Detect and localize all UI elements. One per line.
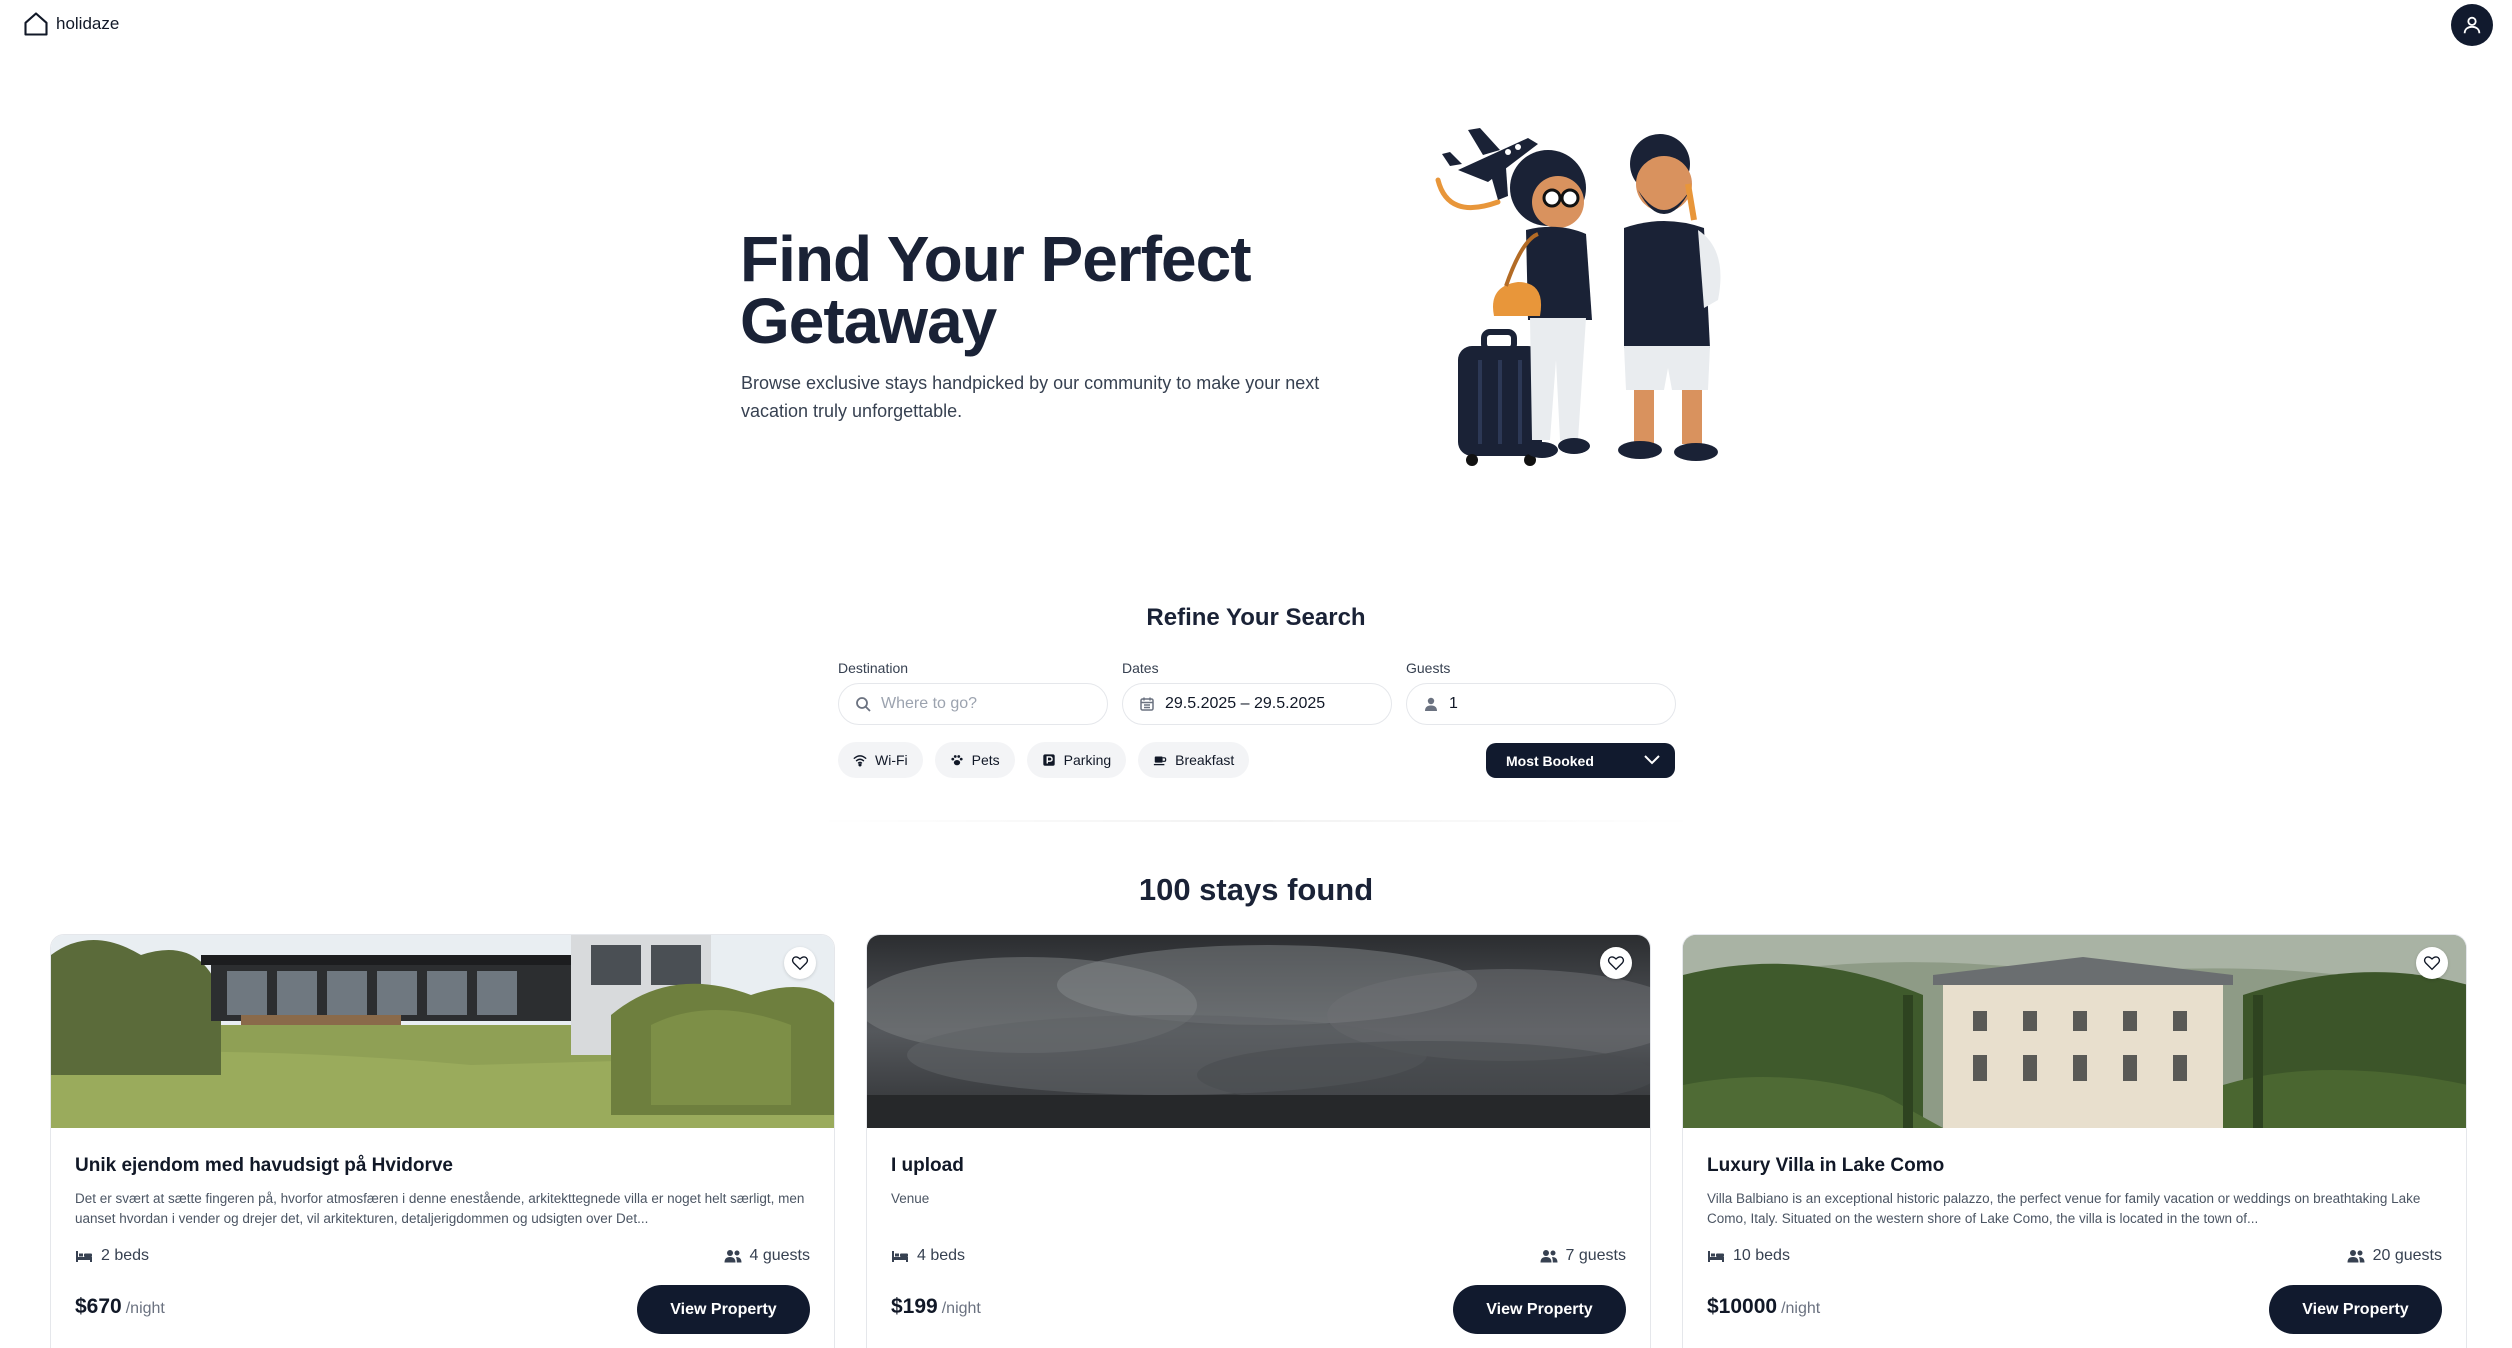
property-title[interactable]: Luxury Villa in Lake Como bbox=[1707, 1155, 1944, 1177]
people-icon bbox=[1540, 1250, 1558, 1263]
beds-text: 10 beds bbox=[1733, 1247, 1790, 1264]
sort-select[interactable]: Most Booked bbox=[1486, 743, 1675, 778]
price-unit: /night bbox=[125, 1300, 165, 1317]
property-description: Det er svært at sætte fingeren på, hvorf… bbox=[75, 1191, 805, 1226]
filter-parking-label: Parking bbox=[1063, 752, 1112, 768]
price-amount: $10000 bbox=[1707, 1295, 1778, 1318]
profile-button[interactable] bbox=[2451, 4, 2493, 46]
guests-text: 20 guests bbox=[2372, 1247, 2442, 1264]
dates-field[interactable]: 29.5.2025 – 29.5.2025 bbox=[1122, 683, 1392, 725]
filter-pets-label: Pets bbox=[971, 752, 1000, 768]
calendar-icon bbox=[1140, 697, 1154, 711]
sort-selected-value: Most Booked bbox=[1506, 752, 1594, 769]
heart-icon bbox=[2423, 956, 2441, 971]
property-card[interactable]: Luxury Villa in Lake Como Villa Balbiano… bbox=[1682, 934, 2467, 1348]
property-card[interactable]: Unik ejendom med havudsigt på Hvidorve D… bbox=[50, 934, 835, 1348]
property-beds: 10 beds bbox=[1707, 1247, 1790, 1265]
destination-input[interactable] bbox=[881, 695, 1081, 713]
view-property-button[interactable]: View Property bbox=[1453, 1285, 1626, 1334]
people-icon bbox=[724, 1250, 742, 1263]
destination-field[interactable] bbox=[838, 683, 1108, 725]
property-image[interactable] bbox=[867, 935, 1650, 1128]
price-unit: /night bbox=[941, 1300, 981, 1317]
price-amount: $199 bbox=[891, 1295, 938, 1318]
search-divider bbox=[812, 820, 1700, 822]
wifi-icon bbox=[853, 755, 867, 767]
beds-text: 4 beds bbox=[917, 1247, 966, 1264]
filter-parking[interactable]: Parking bbox=[1026, 742, 1127, 778]
destination-label: Destination bbox=[838, 660, 909, 676]
guests-value: 1 bbox=[1449, 695, 1458, 712]
guests-field[interactable]: 1 bbox=[1406, 683, 1676, 725]
property-description: Venue bbox=[891, 1191, 930, 1206]
guests-text: 4 guests bbox=[749, 1247, 810, 1264]
property-guests: 7 guests bbox=[1540, 1247, 1626, 1265]
people-icon bbox=[2347, 1250, 2365, 1263]
search-icon bbox=[856, 697, 871, 712]
travelers-illustration bbox=[1428, 110, 1758, 470]
filter-breakfast[interactable]: Breakfast bbox=[1138, 742, 1250, 778]
property-image[interactable] bbox=[51, 935, 834, 1128]
favorite-button[interactable] bbox=[2416, 947, 2448, 979]
dates-value: 29.5.2025 – 29.5.2025 bbox=[1165, 695, 1326, 712]
person-icon bbox=[1425, 697, 1437, 711]
property-description: Villa Balbiano is an exceptional histori… bbox=[1707, 1191, 2421, 1226]
heart-icon bbox=[791, 956, 809, 971]
guests-text: 7 guests bbox=[1565, 1247, 1626, 1264]
filter-breakfast-label: Breakfast bbox=[1175, 752, 1235, 768]
property-image[interactable] bbox=[1683, 935, 2466, 1128]
property-title[interactable]: I upload bbox=[891, 1155, 964, 1177]
property-price: $10000 /night bbox=[1707, 1295, 1820, 1319]
chevron-down-icon bbox=[1644, 755, 1660, 765]
property-card[interactable]: I upload Venue 4 beds 7 guests $199 /nig… bbox=[866, 934, 1651, 1348]
property-guests: 20 guests bbox=[2347, 1247, 2442, 1265]
favorite-button[interactable] bbox=[784, 947, 816, 979]
filter-wifi[interactable]: Wi-Fi bbox=[838, 742, 923, 778]
dates-label: Dates bbox=[1122, 660, 1159, 676]
top-bar: holidaze bbox=[0, 0, 2512, 48]
property-price: $199 /night bbox=[891, 1295, 981, 1319]
filter-pets[interactable]: Pets bbox=[934, 742, 1015, 778]
property-beds: 2 beds bbox=[75, 1247, 149, 1265]
property-title[interactable]: Unik ejendom med havudsigt på Hvidorve bbox=[75, 1155, 453, 1177]
bed-icon bbox=[76, 1251, 92, 1262]
bed-icon bbox=[892, 1251, 908, 1262]
hero-title: Find Your Perfect Getaway bbox=[740, 223, 1252, 357]
property-beds: 4 beds bbox=[891, 1247, 965, 1265]
hero-subtitle: Browse exclusive stays handpicked by our… bbox=[741, 373, 1320, 421]
logo[interactable]: holidaze bbox=[22, 10, 119, 38]
refine-search-title: Refine Your Search bbox=[1146, 604, 1366, 631]
favorite-button[interactable] bbox=[1600, 947, 1632, 979]
results-count: 100 stays found bbox=[1138, 872, 1374, 907]
house-icon bbox=[24, 12, 48, 36]
price-unit: /night bbox=[1781, 1300, 1821, 1317]
guests-label: Guests bbox=[1406, 660, 1451, 676]
logo-text: holidaze bbox=[56, 14, 120, 33]
amenity-filters: Wi-Fi Pets Parking Breakfast bbox=[838, 742, 1250, 778]
heart-icon bbox=[1607, 956, 1625, 971]
view-property-button[interactable]: View Property bbox=[2269, 1285, 2442, 1334]
user-icon bbox=[2463, 16, 2481, 34]
property-price: $670 /night bbox=[75, 1295, 165, 1319]
view-property-button[interactable]: View Property bbox=[637, 1285, 810, 1334]
beds-text: 2 beds bbox=[101, 1247, 150, 1264]
property-guests: 4 guests bbox=[724, 1247, 810, 1265]
coffee-icon bbox=[1154, 756, 1167, 766]
parking-icon bbox=[1042, 754, 1055, 766]
paw-icon bbox=[951, 755, 963, 766]
bed-icon bbox=[1708, 1251, 1724, 1262]
filter-wifi-label: Wi-Fi bbox=[875, 752, 908, 768]
price-amount: $670 bbox=[75, 1295, 122, 1318]
